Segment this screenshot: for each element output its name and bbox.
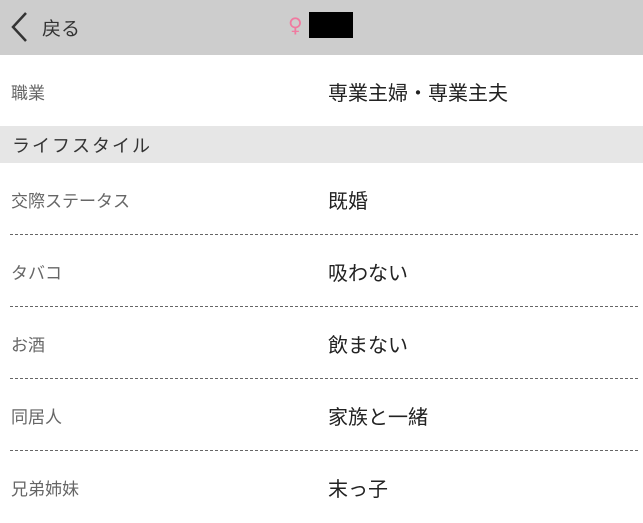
row-value: 既婚 (328, 188, 368, 213)
top-bar: 戻る ♀ (0, 0, 643, 55)
row-value: 吸わない (328, 260, 408, 285)
profile-row-drinking: お酒 飲まない (0, 307, 643, 379)
back-button[interactable]: 戻る (8, 9, 80, 45)
row-label: 同居人 (11, 407, 62, 428)
back-label: 戻る (42, 17, 81, 40)
row-label: 交際ステータス (11, 191, 130, 212)
row-value: 家族と一緒 (328, 404, 428, 429)
row-value: 末っ子 (328, 476, 388, 501)
row-value: 専業主婦・専業主夫 (328, 80, 508, 105)
section-title: ライフスタイル (12, 135, 152, 157)
female-icon: ♀ (288, 13, 303, 37)
profile-row-household: 同居人 家族と一緒 (0, 379, 643, 451)
section-header-lifestyle: ライフスタイル (0, 126, 643, 163)
redacted-username (309, 12, 353, 38)
row-label: 職業 (11, 83, 45, 104)
profile-row-smoking: タバコ 吸わない (0, 235, 643, 307)
chevron-left-icon (11, 12, 27, 42)
profile-row-occupation: 職業 専業主婦・専業主夫 (0, 55, 643, 127)
profile-row-siblings: 兄弟姉妹 末っ子 (0, 451, 643, 523)
row-label: 兄弟姉妹 (11, 479, 79, 500)
row-label: お酒 (11, 335, 45, 356)
row-label: タバコ (11, 263, 62, 284)
row-value: 飲まない (328, 332, 408, 357)
profile-row-relationship-status: 交際ステータス 既婚 (0, 163, 643, 235)
